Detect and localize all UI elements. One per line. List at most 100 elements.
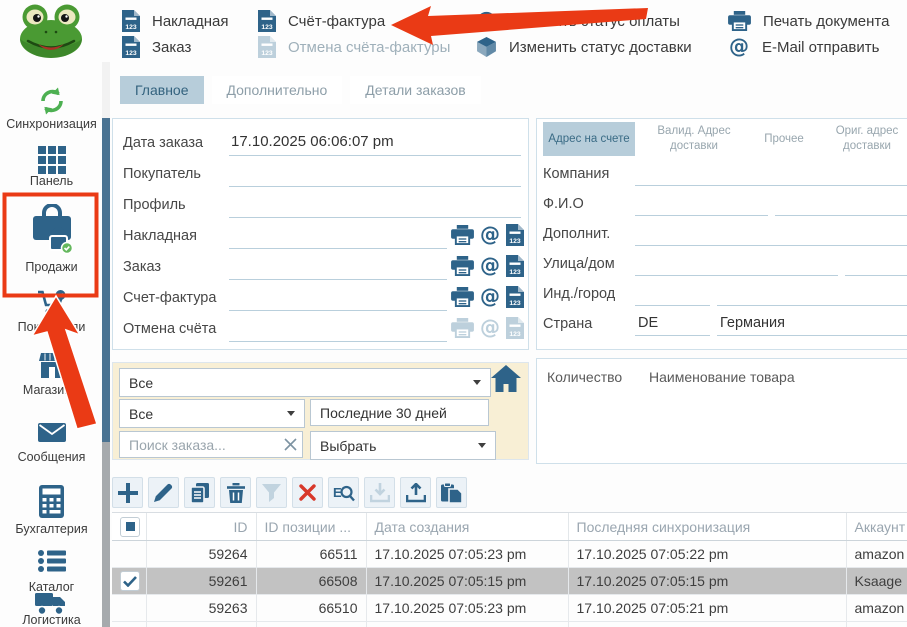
field-input[interactable] (229, 222, 447, 249)
search-order-input[interactable] (119, 431, 303, 458)
status-filter-select[interactable]: Все (119, 368, 491, 397)
tab-address-3[interactable]: Ориг. адрес доставки (819, 122, 907, 156)
sidebar-item-stores-label[interactable]: Магазины (1, 383, 102, 397)
tab-address-0[interactable]: Адрес на счете (543, 122, 635, 156)
document-123-icon[interactable]: 123 (506, 286, 524, 308)
order-filters-panel: Все Все Выбрать (112, 362, 529, 460)
home-button[interactable] (491, 365, 521, 397)
sidebar-item-sales[interactable] (1, 204, 102, 254)
sidebar-item-sync[interactable] (1, 86, 102, 116)
field-input[interactable] (845, 251, 907, 276)
header-action-invoice[interactable]: 123Счёт-фактура (258, 8, 385, 34)
printer-icon[interactable] (451, 287, 474, 307)
field-input[interactable] (635, 191, 768, 216)
field-input[interactable] (635, 161, 907, 186)
document-123-icon[interactable]: 123 (506, 317, 524, 339)
export-button[interactable] (400, 477, 431, 508)
field-input[interactable] (229, 315, 447, 342)
sidebar-item-panel[interactable] (1, 146, 102, 174)
tab-address-1[interactable]: Валид. Адрес доставки (639, 122, 749, 156)
field-input[interactable] (229, 253, 447, 280)
svg-text:123: 123 (509, 331, 521, 338)
sidebar-item-customers[interactable] (1, 290, 102, 316)
tab-main-0[interactable]: Главное (120, 76, 204, 104)
printer-icon[interactable] (451, 256, 474, 276)
at-icon[interactable]: @ (479, 317, 501, 339)
sidebar-item-stores[interactable] (1, 352, 102, 379)
column-header-3[interactable]: Дата создания (366, 513, 568, 541)
sidebar-item-panel-label[interactable]: Панель (1, 174, 102, 188)
eq-search-icon: E (333, 483, 355, 503)
at-icon[interactable]: @ (479, 224, 501, 246)
preview-search-button[interactable]: E (328, 477, 359, 508)
header-action-invoice-cancel[interactable]: 123Отмена счёта-фактуры (258, 34, 450, 60)
sidebar-item-logistics-label[interactable]: Логистика (1, 613, 102, 627)
sidebar-item-accounting[interactable] (1, 485, 102, 518)
field-input[interactable] (229, 191, 521, 218)
field-input[interactable] (229, 160, 521, 187)
import-button[interactable] (364, 477, 395, 508)
field-input[interactable] (775, 191, 907, 216)
tab-address-2[interactable]: Прочее (753, 122, 815, 156)
document-123-icon[interactable]: 123 (506, 224, 524, 246)
field-input[interactable]: 17.10.2025 06:06:07 pm (229, 129, 521, 156)
clear-filter-button[interactable] (292, 477, 323, 508)
cell-id: 59264 (146, 541, 256, 568)
svg-text:123: 123 (509, 238, 521, 245)
column-header-0[interactable] (112, 513, 146, 541)
copy-button[interactable] (184, 477, 215, 508)
column-header-1[interactable]: ID (146, 513, 256, 541)
period-input[interactable] (310, 399, 489, 426)
shipping-cube-icon (476, 37, 497, 58)
document-123-icon[interactable]: 123 (506, 255, 524, 277)
sidebar-item-messages[interactable] (1, 423, 102, 442)
choose-filter-select[interactable]: Выбрать (310, 431, 496, 460)
header-action-shipping-status[interactable]: Изменить статус доставки (476, 34, 692, 60)
table-row[interactable]: 592616650817.10.2025 07:05:15 pm17.10.20… (112, 568, 907, 595)
printer-icon[interactable] (451, 225, 474, 245)
sidebar-scrollbar-thumb[interactable] (102, 118, 110, 442)
header-action-delivery-note[interactable]: 123Накладная (122, 8, 229, 34)
sidebar-item-sync-label[interactable]: Синхронизация (1, 117, 102, 131)
printer-icon[interactable] (451, 318, 474, 338)
add-button[interactable] (112, 477, 143, 508)
delete-button[interactable] (220, 477, 251, 508)
table-row[interactable]: 592646651117.10.2025 07:05:23 pm17.10.20… (112, 541, 907, 568)
field-input[interactable] (717, 281, 907, 306)
search-order-field (119, 431, 303, 458)
filter-button[interactable] (256, 477, 287, 508)
edit-button[interactable] (148, 477, 179, 508)
sidebar-item-sales-label[interactable]: Продажи (1, 260, 102, 274)
field-input[interactable] (635, 281, 710, 306)
row-checkbox[interactable] (120, 571, 140, 591)
field-label: Заказ (123, 259, 161, 275)
table-row[interactable]: 592636651017.10.2025 07:05:23 pm17.10.20… (112, 595, 907, 622)
paste-button[interactable] (436, 477, 467, 508)
sidebar-item-messages-label[interactable]: Сообщения (1, 450, 102, 464)
sidebar-item-customers-label[interactable]: Покупатели (1, 320, 102, 334)
field-label: Дата заказа (123, 135, 203, 151)
header-action-order[interactable]: 123Заказ (122, 34, 191, 60)
sidebar-scrollbar-lower[interactable] (102, 442, 110, 627)
sidebar-item-catalog[interactable] (1, 550, 102, 572)
header-action-payment-status[interactable]: Изменить статус оплаты (476, 8, 680, 34)
tab-main-1[interactable]: Дополнительно (212, 76, 343, 104)
field-input[interactable] (229, 284, 447, 311)
header-action-print-document[interactable]: Печать документа (728, 8, 889, 34)
table-row[interactable]: 592626650917.10.2025 07:05:19 pm17.10.20… (112, 622, 907, 627)
at-icon[interactable]: @ (479, 255, 501, 277)
type-filter-select[interactable]: Все (119, 399, 305, 428)
clear-search-icon[interactable] (284, 438, 297, 456)
field-input[interactable]: DE (635, 311, 710, 336)
column-header-2[interactable]: ID позиции ... (256, 513, 366, 541)
at-icon[interactable]: @ (479, 286, 501, 308)
sidebar-item-accounting-label[interactable]: Бухгалтерия (1, 522, 102, 536)
select-all-checkbox[interactable] (120, 517, 140, 537)
tab-main-2[interactable]: Детали заказов (350, 76, 480, 104)
field-input[interactable]: Германия (717, 311, 907, 336)
column-header-5[interactable]: Аккаунт (846, 513, 907, 541)
field-input[interactable] (635, 221, 907, 246)
column-header-4[interactable]: Последняя синхронизация (568, 513, 846, 541)
header-action-send-email[interactable]: @E-Mail отправить (728, 34, 879, 60)
field-input[interactable] (635, 251, 838, 276)
